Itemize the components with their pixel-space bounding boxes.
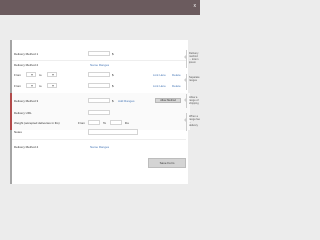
divider	[12, 139, 186, 140]
delivery-method-4-label: Delivery Method 4	[14, 145, 39, 149]
side-note-text: Separate ranges	[189, 76, 200, 82]
row-link-a[interactable]: Link Here	[153, 85, 166, 88]
from-select[interactable]	[26, 83, 36, 88]
name-ranges-link[interactable]: Name Ranges	[90, 146, 109, 149]
to-select[interactable]	[47, 72, 57, 77]
delete-link[interactable]: Delete	[172, 74, 181, 77]
to-select[interactable]	[47, 83, 57, 88]
unit-label: lbs	[125, 121, 129, 125]
delivery-url-label: Delivery URL	[14, 111, 32, 115]
range-price-input[interactable]	[88, 72, 110, 77]
top-bar: x	[0, 0, 200, 15]
delivery-method-3-input[interactable]	[88, 98, 110, 103]
weight-label: Weight (accepted deliveries in lbs)	[14, 121, 60, 125]
delivery-method-3-label: Delivery Method 3	[14, 99, 39, 103]
currency-symbol: $	[112, 84, 114, 88]
name-ranges-link[interactable]: Name Ranges	[90, 64, 109, 67]
side-note-3: Allow a range of shipping	[186, 94, 201, 108]
currency-symbol: $	[112, 52, 114, 56]
close-icon[interactable]: x	[194, 4, 197, 9]
currency-symbol: $	[112, 73, 114, 77]
side-note-2: Separate ranges	[186, 74, 201, 90]
delivery-method-1-input[interactable]	[88, 51, 110, 56]
from-label: From	[14, 73, 21, 77]
to-label: to	[39, 84, 42, 88]
from-select[interactable]	[26, 72, 36, 77]
divider	[12, 60, 186, 61]
range-price-input[interactable]	[88, 83, 110, 88]
delivery-method-1-label: Delivery Method 1	[14, 52, 39, 56]
side-note-text: Allow a range of shipping	[189, 96, 199, 105]
to-label: to	[39, 73, 42, 77]
to-label: To	[103, 121, 107, 125]
currency-symbol: $	[112, 99, 114, 103]
from-label: From	[78, 121, 85, 125]
weight-from-input[interactable]	[88, 120, 100, 125]
side-note-text: Delivery method ... lorem ipsum	[189, 52, 199, 64]
notes-label: Notes	[14, 130, 22, 134]
add-ranges-link[interactable]: Add Ranges	[118, 100, 135, 103]
side-note-1: Delivery method ... lorem ipsum	[186, 50, 201, 68]
delete-link[interactable]: Delete	[172, 85, 181, 88]
row-link-a[interactable]: Link Here	[153, 74, 166, 77]
weight-to-input[interactable]	[110, 120, 122, 125]
delivery-method-2-label: Delivery Method 2	[14, 63, 39, 67]
from-label: From	[14, 84, 21, 88]
notes-textarea[interactable]	[88, 129, 138, 135]
side-note-text: When a range fee ... delivery	[189, 115, 200, 127]
side-note-4: When a range fee ... delivery	[186, 113, 201, 131]
allow-method-button[interactable]: Allow Method	[155, 98, 181, 103]
save-form-button[interactable]: Save Form	[148, 158, 186, 168]
delivery-url-input[interactable]	[88, 110, 110, 115]
